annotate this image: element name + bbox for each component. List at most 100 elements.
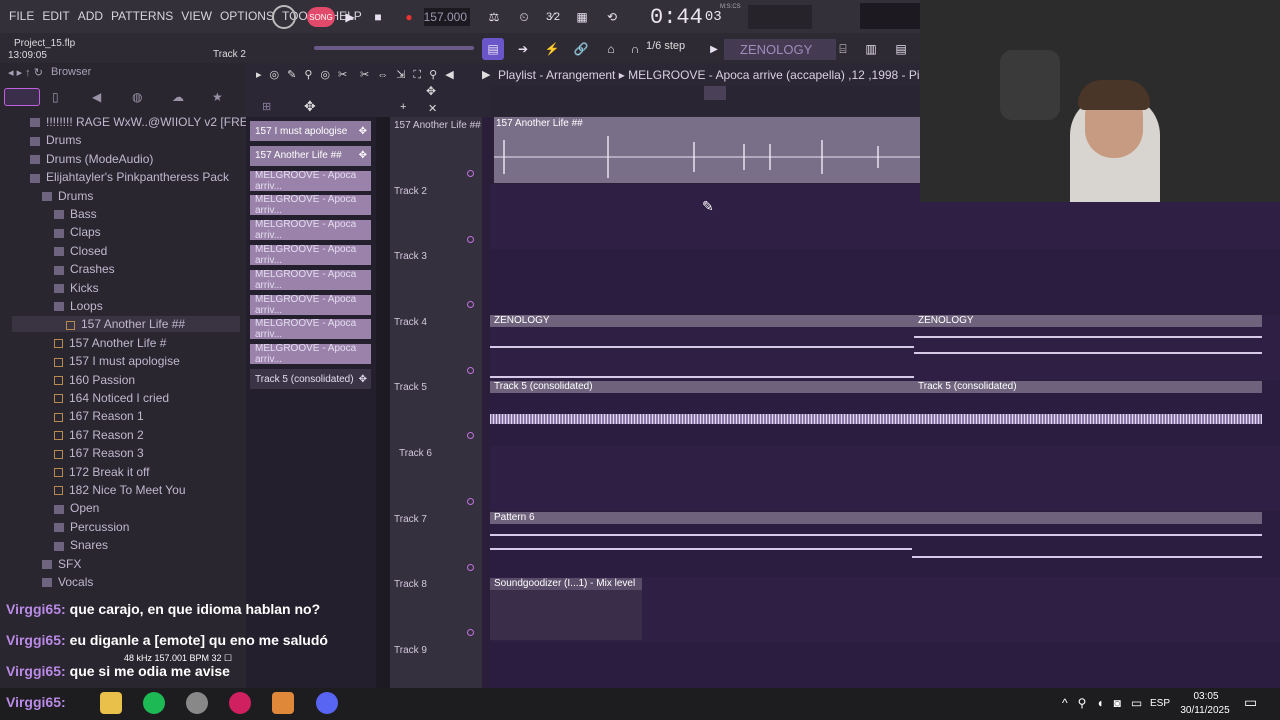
discord-icon[interactable] [316,692,338,714]
browser-folder[interactable]: Drums [42,187,93,205]
browser-project-icon[interactable]: ▯ [52,90,59,104]
snap-selector[interactable]: 1/6 step [646,40,685,52]
clock-time[interactable]: 03:05 [1176,691,1236,702]
play-icon[interactable]: ▶ [341,6,359,28]
pattern-item[interactable]: MELGROOVE - Apoca arriv... [250,170,371,192]
song-mode-toggle[interactable]: SONG [307,7,335,27]
pattern-pick-icon[interactable]: ✥ [304,98,316,115]
browser-all-tab-icon[interactable] [4,88,40,106]
browser-folder[interactable]: Percussion [54,518,129,536]
track-name[interactable]: Track 6 [399,448,432,459]
browser-file[interactable]: 167 Reason 1 [54,407,144,425]
track-name[interactable]: Track 5 [394,382,427,393]
clip-zenology-1[interactable]: ZENOLOGY [490,315,914,327]
track-name[interactable]: Track 2 [394,186,427,197]
obs-icon[interactable] [186,692,208,714]
browser-globe-icon[interactable]: ◍ [132,90,142,104]
browser-folder[interactable]: !!!!!!!! RAGE WxW..@WIIOLY v2 [FREE] [30,113,259,131]
browser-cloud-icon[interactable]: ☁ [172,90,184,104]
browser-folder[interactable]: Kicks [54,279,99,297]
master-pitch-slider[interactable] [314,46,474,50]
notification-icon[interactable]: ▭ [1244,694,1257,711]
pattern-move-icon[interactable]: ✥ [359,126,367,137]
browser-plugins-icon[interactable]: ◀ [92,90,101,104]
record-icon[interactable]: ● [400,6,418,28]
pattern-item[interactable]: MELGROOVE - Apoca arriv... [250,219,371,241]
channel-selector[interactable]: ZENOLOGY [724,39,836,60]
browser-folder[interactable]: Vocals [42,573,93,591]
link-icon[interactable]: 🔗 [570,38,592,60]
browser-app-icon[interactable] [229,692,251,714]
track-mute-led[interactable] [467,170,474,177]
browser-nav-icon[interactable]: ◂ ▸ ↑ ↻ [8,66,43,79]
channel-rack-icon[interactable]: ▥ [860,38,882,60]
playlist-tools2-icon[interactable]: ✂⇔⇲⛶⚲◀ [360,68,462,82]
pattern-item[interactable]: 157 Another Life ## ✥ [250,145,371,166]
track-lane[interactable] [490,446,1280,511]
browser-folder[interactable]: Crashes [54,260,115,278]
close-icon[interactable]: ✕ [428,102,437,115]
menu-edit[interactable]: EDIT [39,0,72,33]
step-edit-icon[interactable]: ▦ [570,6,594,28]
playlist-tools-icon[interactable]: ▸◎✎⚲◎✂ [256,68,355,81]
browser-folder[interactable]: Loops [54,297,103,315]
menu-file[interactable]: FILE [6,0,37,33]
language-indicator[interactable]: ESP [1150,698,1170,709]
track-mute-led[interactable] [467,498,474,505]
browser-file[interactable]: 182 Nice To Meet You [54,481,186,499]
stamp-icon[interactable]: ⌂ [600,38,622,60]
metronome-icon[interactable]: ⚖ [482,6,506,28]
spotify-icon[interactable] [143,692,165,714]
playlist-icon[interactable]: ▤ [482,38,504,60]
track-mute-led[interactable] [467,235,474,243]
system-tray-icons[interactable]: ^⚲◖◙▭ [1062,696,1152,710]
master-volume-knob[interactable] [272,5,296,29]
mixer-icon[interactable]: ⌸ [832,38,854,60]
track-name[interactable]: Track 8 [394,579,427,590]
browser-file[interactable]: 157 I must apologise [54,352,180,370]
piano-roll-icon[interactable]: ➔ [512,38,534,60]
browser-file[interactable]: 157 Another Life # [54,334,166,352]
pattern-move-icon[interactable]: ✥ [359,150,367,161]
clip-track5-2[interactable]: Track 5 (consolidated) [914,381,1262,393]
pattern-item[interactable]: MELGROOVE - Apoca arriv... [250,318,371,340]
browser-file[interactable]: 164 Noticed I cried [54,389,169,407]
countdown-icon[interactable]: 3⁄2 [541,6,565,28]
menu-patterns[interactable]: PATTERNS [108,0,176,33]
track-name[interactable]: Track 4 [394,317,427,328]
browser-file[interactable]: 167 Reason 3 [54,444,144,462]
menu-view[interactable]: VIEW [178,0,215,33]
browser-folder[interactable]: SFX [42,555,81,573]
stop-icon[interactable]: ■ [369,6,387,28]
file-explorer-icon[interactable] [100,692,122,714]
pattern-item[interactable]: 157 I must apologise ✥ [250,121,371,141]
magnet-icon[interactable]: ∩ [626,38,644,60]
browser-toggle-icon[interactable]: ▤ [890,38,912,60]
clip-pattern6[interactable]: Pattern 6 [490,512,1262,524]
browser-file[interactable]: 160 Passion [54,371,135,389]
browser-file[interactable]: 167 Reason 2 [54,426,144,444]
clip-automation[interactable]: Soundgoodizer (I...1) - Mix level [490,578,642,590]
move-icon[interactable]: ✥ [426,84,436,98]
track-mute-led[interactable] [467,366,474,374]
browser-folder[interactable]: Claps [54,223,101,241]
track-name[interactable]: Track 7 [394,514,427,525]
track-mute-led[interactable] [467,563,474,571]
plugin-icon[interactable]: ⚡ [541,38,563,60]
loop-record-icon[interactable]: ⟲ [600,6,624,28]
browser-file[interactable]: 172 Break it off [54,463,150,481]
browser-favorites-icon[interactable]: ★ [212,90,223,104]
pattern-item[interactable]: MELGROOVE - Apoca arriv... [250,269,371,291]
menu-options[interactable]: OPTIONS [217,0,277,33]
add-track-icon[interactable]: + [400,101,406,113]
pattern-move-icon[interactable]: ✥ [359,374,367,385]
browser-folder[interactable]: Drums (ModeAudio) [30,150,153,168]
track-name[interactable]: Track 9 [394,645,427,656]
browser-folder[interactable]: Elijahtayler's Pinkpantheress Pack [30,168,229,186]
pattern-item[interactable]: MELGROOVE - Apoca arriv... [250,194,371,216]
clip-zenology-2[interactable]: ZENOLOGY [914,315,1262,327]
clock-date[interactable]: 30/11/2025 [1172,705,1238,716]
track-name[interactable]: 157 Another Life ## [394,120,481,131]
pattern-item[interactable]: MELGROOVE - Apoca arriv... [250,244,371,266]
clip-track5-1[interactable]: Track 5 (consolidated) [490,381,914,393]
